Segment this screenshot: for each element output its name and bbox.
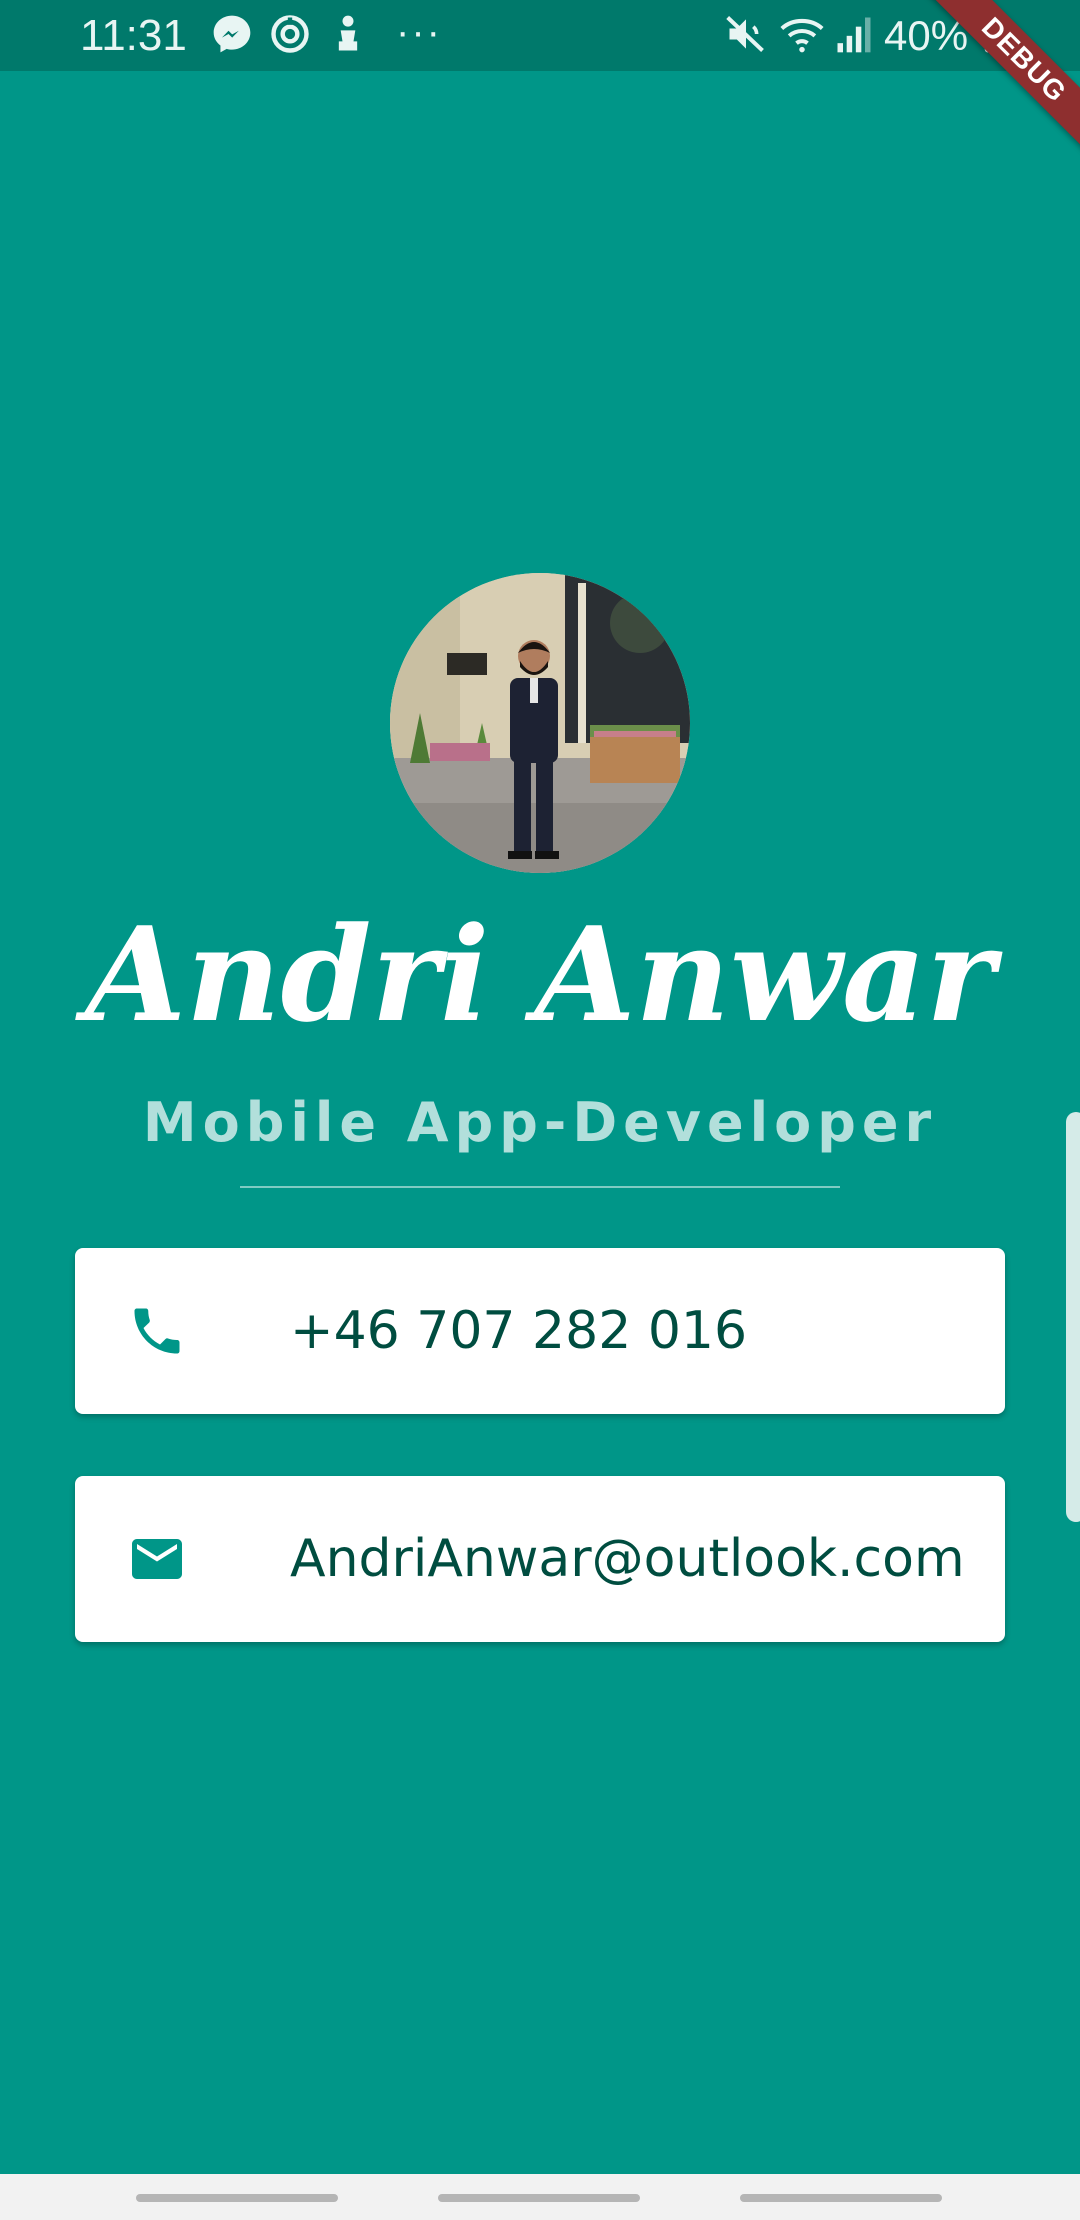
- email-address: AndriAnwar@outlook.com: [290, 1529, 965, 1589]
- nav-home-button[interactable]: [438, 2194, 640, 2202]
- email-icon: [132, 1539, 182, 1579]
- sync-icon: [271, 15, 309, 53]
- phone-card[interactable]: +46 707 282 016: [75, 1248, 1005, 1414]
- nav-recent-button[interactable]: [136, 2194, 338, 2202]
- messenger-icon: [213, 15, 251, 53]
- status-more-indicator: ···: [396, 10, 442, 54]
- app-screen: 11:31 ··· 40% DEBUG Andri Anwar Mobile A…: [0, 0, 1080, 2220]
- email-card[interactable]: AndriAnwar@outlook.com: [75, 1476, 1005, 1642]
- edge-panel-handle[interactable]: [1066, 1112, 1080, 1522]
- system-nav-bar: [0, 2174, 1080, 2220]
- nav-back-button[interactable]: [740, 2194, 942, 2202]
- divider: [240, 1186, 840, 1188]
- wifi-icon: [780, 18, 824, 53]
- profile-name: Andri Anwar: [85, 898, 995, 1051]
- profile-photo: [390, 573, 690, 873]
- phone-icon: [134, 1308, 180, 1354]
- profile-role: Mobile App-Developer: [142, 1091, 938, 1154]
- avatar: [390, 573, 690, 873]
- status-bar: 11:31 ··· 40%: [0, 0, 1080, 71]
- mute-icon: [726, 16, 764, 52]
- signal-icon: [837, 17, 871, 53]
- phone-number: +46 707 282 016: [290, 1301, 748, 1361]
- notification-app-icon: [338, 15, 358, 51]
- status-time: 11:31: [80, 11, 187, 60]
